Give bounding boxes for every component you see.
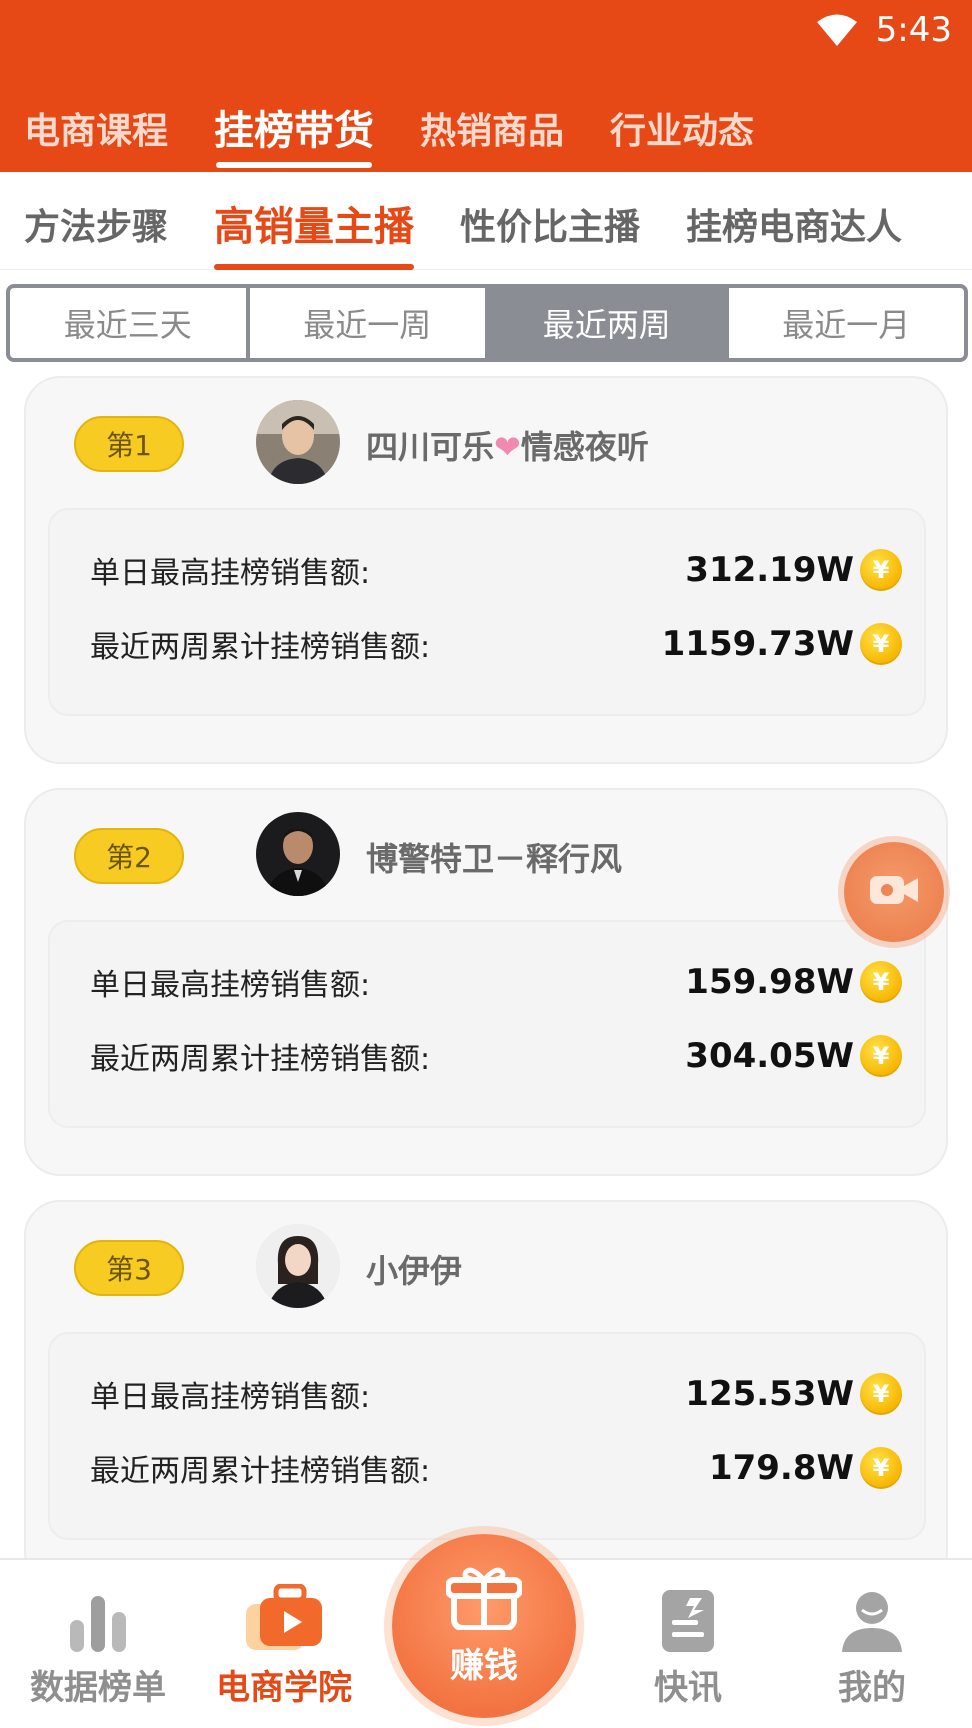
stat-row-daily-max: 单日最高挂榜销售额: 159.98W ¥ [90, 960, 902, 1004]
stat-value-group: 159.98W ¥ [685, 961, 902, 1003]
coin-icon: ¥ [860, 623, 902, 665]
stat-row-period-total: 最近两周累计挂榜销售额: 1159.73W ¥ [90, 622, 902, 666]
stats-box: 单日最高挂榜销售额: 159.98W ¥ 最近两周累计挂榜销售额: 304.05… [48, 920, 926, 1128]
nav-news-flash[interactable]: 快讯 [598, 1560, 778, 1728]
top-header: 5:43 电商课程 挂榜带货 热销商品 行业动态 [0, 0, 972, 172]
nav-label: 数据榜单 [30, 1668, 166, 1708]
status-time: 5:43 [875, 10, 952, 50]
tab-ecommerce-course[interactable]: 电商课程 [24, 88, 168, 172]
gift-box-icon [445, 1566, 523, 1634]
avatar[interactable] [256, 1224, 340, 1308]
earn-money-button[interactable]: 赚钱 [392, 1534, 576, 1718]
stat-label: 最近两周累计挂榜销售额: [90, 630, 431, 665]
rank-badge: 第3 [74, 1240, 184, 1296]
stat-row-period-total: 最近两周累计挂榜销售额: 179.8W ¥ [90, 1446, 902, 1490]
anchor-name-text: 博警特卫－释行风 [366, 840, 623, 878]
stat-label: 单日最高挂榜销售额: [90, 1380, 371, 1415]
subtab-high-sales-anchors[interactable]: 高销量主播 [214, 172, 415, 270]
tab-industry-news[interactable]: 行业动态 [610, 88, 754, 172]
stat-value: 312.19W [685, 550, 854, 590]
stat-label: 最近两周累计挂榜销售额: [90, 1454, 431, 1489]
stat-value: 159.98W [685, 962, 854, 1002]
stat-value-group: 179.8W ¥ [709, 1447, 902, 1489]
nav-ecommerce-academy[interactable]: 电商学院 [194, 1560, 374, 1728]
subtab-ecommerce-influencers[interactable]: 挂榜电商达人 [686, 172, 902, 270]
coin-icon: ¥ [860, 1447, 902, 1489]
subtab-value-anchors[interactable]: 性价比主播 [460, 172, 640, 270]
stat-row-period-total: 最近两周累计挂榜销售额: 304.05W ¥ [90, 1034, 902, 1078]
ranking-card[interactable]: 第1 四川可乐❤情感夜听 单日最高挂榜销售额: 312.19W ¥ 最近两周累计… [24, 376, 948, 764]
stat-value-group: 304.05W ¥ [685, 1035, 902, 1077]
earn-label: 赚钱 [450, 1645, 518, 1686]
heart-icon: ❤ [494, 428, 521, 466]
subtab-method-steps[interactable]: 方法步骤 [24, 172, 168, 270]
nav-label: 电商学院 [216, 1668, 352, 1708]
main-tab-bar: 电商课程 挂榜带货 热销商品 行业动态 [0, 88, 972, 172]
anchor-name: 博警特卫－释行风 [366, 834, 622, 880]
anchor-name-text: 小伊伊 [366, 1252, 463, 1290]
stat-value-group: 312.19W ¥ [685, 549, 902, 591]
stats-box: 单日最高挂榜销售额: 312.19W ¥ 最近两周累计挂榜销售额: 1159.7… [48, 508, 926, 716]
coin-icon: ¥ [860, 1373, 902, 1415]
nav-label: 快讯 [654, 1668, 722, 1708]
coin-icon: ¥ [860, 549, 902, 591]
stat-value-group: 1159.73W ¥ [662, 623, 902, 665]
tab-hot-products[interactable]: 热销商品 [420, 88, 564, 172]
tab-ranking-sales[interactable]: 挂榜带货 [214, 88, 374, 172]
stat-label: 单日最高挂榜销售额: [90, 968, 371, 1003]
stat-value: 179.8W [708, 1448, 854, 1488]
period-selector: 最近三天 最近一周 最近两周 最近一月 [6, 284, 968, 362]
ranking-list: 第1 四川可乐❤情感夜听 单日最高挂榜销售额: 312.19W ¥ 最近两周累计… [24, 376, 948, 1612]
avatar[interactable] [256, 400, 340, 484]
period-3-days[interactable]: 最近三天 [10, 288, 250, 358]
coin-icon: ¥ [860, 1035, 902, 1077]
nav-mine[interactable]: 我的 [782, 1560, 962, 1728]
stat-label: 单日最高挂榜销售额: [90, 556, 371, 591]
coin-icon: ¥ [860, 961, 902, 1003]
anchor-name: 小伊伊 [366, 1246, 462, 1292]
ranking-card[interactable]: 第2 博警特卫－释行风 单日最高挂榜销售额: 159.98W ¥ 最近两周累计挂… [24, 788, 948, 1176]
bar-chart-icon [66, 1582, 130, 1654]
user-icon [840, 1582, 904, 1654]
stat-value: 304.05W [685, 1036, 854, 1076]
period-2-weeks[interactable]: 最近两周 [489, 288, 729, 358]
anchor-name: 四川可乐❤情感夜听 [366, 422, 649, 468]
status-bar: 5:43 [816, 8, 952, 52]
nav-label: 我的 [838, 1668, 906, 1708]
ranking-card[interactable]: 第3 小伊伊 单日最高挂榜销售额: 125.53W ¥ 最近两周累计挂榜销售额: [24, 1200, 948, 1588]
stat-label: 最近两周累计挂榜销售额: [90, 1042, 431, 1077]
anchor-name-suffix: 情感夜听 [520, 428, 649, 466]
stat-value-group: 125.53W ¥ [685, 1373, 902, 1415]
floating-video-button[interactable] [844, 842, 944, 942]
nav-data-ranking[interactable]: 数据榜单 [8, 1560, 188, 1728]
stat-row-daily-max: 单日最高挂榜销售额: 312.19W ¥ [90, 548, 902, 592]
news-icon [660, 1582, 716, 1654]
stat-row-daily-max: 单日最高挂榜销售额: 125.53W ¥ [90, 1372, 902, 1416]
avatar[interactable] [256, 812, 340, 896]
period-1-week[interactable]: 最近一周 [250, 288, 489, 358]
stat-value: 125.53W [685, 1374, 854, 1414]
stats-box: 单日最高挂榜销售额: 125.53W ¥ 最近两周累计挂榜销售额: 179.8W… [48, 1332, 926, 1540]
anchor-name-text: 四川可乐 [366, 428, 495, 466]
rank-badge: 第1 [74, 416, 184, 472]
rank-badge: 第2 [74, 828, 184, 884]
play-briefcase-icon [246, 1582, 322, 1654]
video-camera-icon [869, 873, 919, 911]
sub-tab-bar: 方法步骤 高销量主播 性价比主播 挂榜电商达人 [0, 172, 972, 270]
stat-value: 1159.73W [661, 624, 854, 664]
period-1-month[interactable]: 最近一月 [729, 288, 965, 358]
wifi-icon [816, 13, 858, 47]
